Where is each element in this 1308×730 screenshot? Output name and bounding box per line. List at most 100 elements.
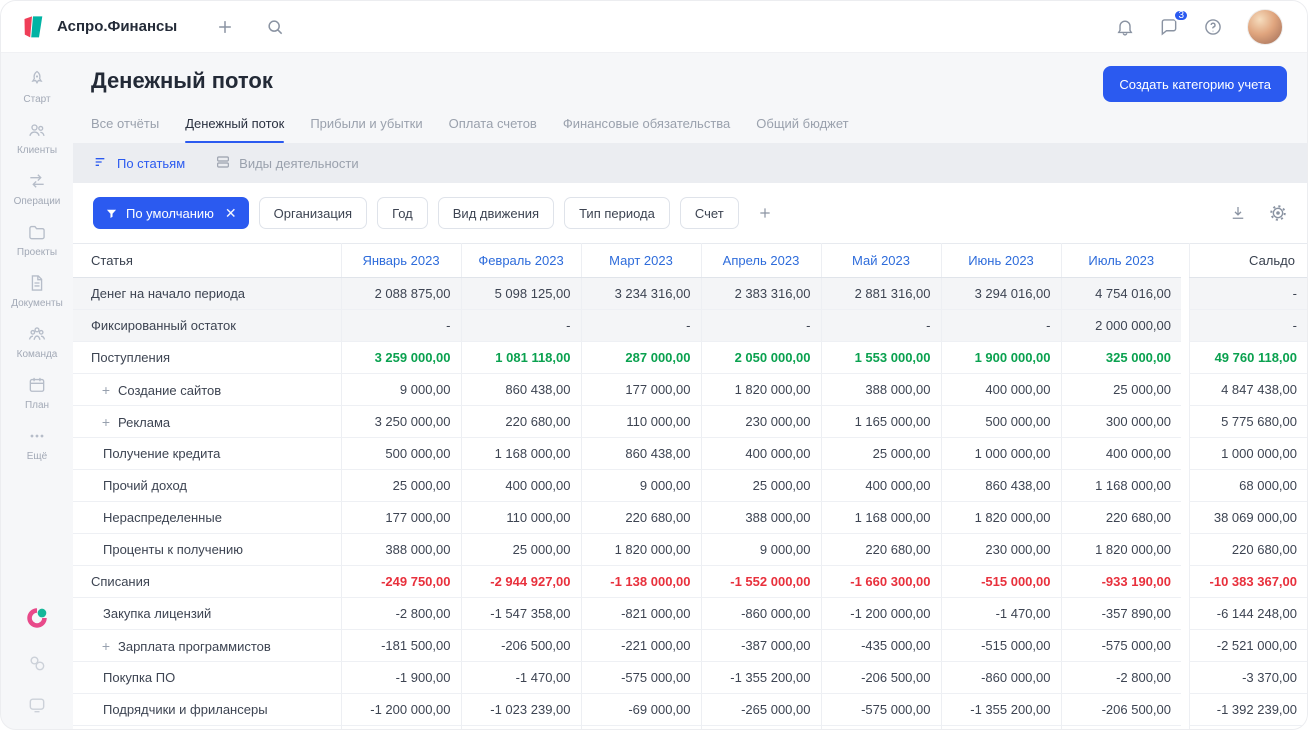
extension-icon[interactable]	[27, 653, 47, 673]
cell-value: -	[700, 309, 821, 342]
cell-value: 3 250 000,00	[340, 405, 461, 438]
folder-icon	[27, 222, 47, 242]
cell-value: 2 000 000,00	[1060, 309, 1181, 342]
cell-value: -860 000,00	[940, 661, 1061, 694]
add-filter-button[interactable]	[751, 199, 779, 227]
sidebar-bottom	[24, 605, 50, 715]
filter-chip-period-type[interactable]: Тип периода	[564, 197, 670, 229]
cell-value: 500 000,00	[940, 405, 1061, 438]
export-button[interactable]	[1229, 204, 1247, 222]
column-header-article: Статья	[73, 243, 341, 278]
search-button[interactable]	[265, 17, 285, 37]
tab-liabilities[interactable]: Финансовые обязательства	[563, 116, 730, 131]
support-icon[interactable]	[27, 695, 47, 715]
row-label-text: Поступления	[91, 350, 171, 365]
operations-icon	[27, 171, 47, 191]
cell-value: 25 000,00	[820, 437, 941, 470]
cell-value: 177 000,00	[580, 373, 701, 406]
subtab-by-articles[interactable]: По статьям	[93, 154, 185, 173]
row-label[interactable]: Фиксированный остаток	[73, 309, 341, 342]
tab-profit-loss[interactable]: Прибыли и убытки	[310, 116, 422, 131]
column-header-month[interactable]: Февраль 2023	[460, 243, 581, 278]
filter-chip-account[interactable]: Счет	[679, 197, 739, 229]
row-label[interactable]: + Реклама	[73, 405, 341, 438]
row-label[interactable]: Проценты к получению	[73, 533, 341, 566]
cashflow-table-wrap: Статья Январь 2023 Февраль 2023 Март 2023 Ап…	[73, 243, 1307, 729]
create-category-button[interactable]: Создать категорию учета	[1103, 66, 1287, 102]
cell-value: -1 470,00	[460, 661, 581, 694]
row-label[interactable]: + Создание сайтов	[73, 373, 341, 406]
column-header-month[interactable]: Июль 2023	[1060, 243, 1181, 278]
cell-value: 220 680,00	[460, 405, 581, 438]
cell-value: 388 000,00	[340, 533, 461, 566]
sidebar-item-team[interactable]: Команда	[11, 324, 63, 360]
row-label[interactable]: Получение кредита	[73, 437, 341, 470]
cell-value: 5 098 125,00	[460, 277, 581, 310]
row-label[interactable]: Списания	[73, 565, 341, 598]
sidebar-item-operations[interactable]: Операции	[11, 171, 63, 207]
expand-icon[interactable]: +	[99, 638, 113, 654]
cell-value: 400 000,00	[1060, 437, 1181, 470]
sidebar-item-start[interactable]: Старт	[11, 69, 63, 105]
table-row: Получение кредита 500 000,00 1 168 000,00 8…	[73, 437, 1307, 470]
quick-add-button[interactable]	[215, 17, 235, 37]
tab-invoice-payment[interactable]: Оплата счетов	[449, 116, 537, 131]
filter-chip-organization[interactable]: Организация	[258, 197, 368, 229]
row-label[interactable]: +Зарплата программистов	[73, 629, 341, 662]
column-header-month[interactable]: Май 2023	[820, 243, 941, 278]
subtab-activity-types[interactable]: Виды деятельности	[215, 154, 359, 173]
tab-budget[interactable]: Общий бюджет	[756, 116, 848, 131]
filter-chip-year[interactable]: Год	[377, 197, 428, 229]
cell-saldo: -2 521 000,00	[1188, 629, 1307, 662]
expand-icon[interactable]: +	[99, 382, 113, 398]
expand-icon[interactable]: +	[99, 414, 113, 430]
subtab-label: По статьям	[117, 155, 186, 171]
column-header-month[interactable]: Март 2023	[580, 243, 701, 278]
sidebar-item-plan[interactable]: План	[11, 375, 63, 411]
sidebar-item-more[interactable]: Ещё	[11, 426, 63, 462]
download-icon	[1232, 207, 1244, 219]
cell-value: 220 680,00	[1060, 501, 1181, 534]
tab-all-reports[interactable]: Все отчёты	[91, 116, 159, 131]
row-label[interactable]: +Зарплата программистов	[73, 725, 341, 729]
cell-value: -1 200 000,00	[820, 725, 941, 729]
topbar-right: 3	[1115, 8, 1283, 45]
sidebar-item-label: Ещё	[26, 451, 48, 462]
active-filter-chip[interactable]: По умолчанию ✕	[93, 197, 249, 229]
row-label[interactable]: Закупка лицензий	[73, 597, 341, 630]
column-header-month[interactable]: Июнь 2023	[940, 243, 1061, 278]
report-content: По умолчанию ✕ Организация Год Вид движени…	[73, 183, 1307, 729]
cell-saldo: 5 775 680,00	[1188, 405, 1307, 438]
row-label[interactable]: Нераспределенные	[73, 501, 341, 534]
row-label[interactable]: Денег на начало периода	[73, 277, 341, 310]
table-row: Прочий доход 25 000,00 400 000,00 9 000,00 2…	[73, 469, 1307, 502]
topbar: Аспро.Финансы 3	[1, 1, 1307, 53]
notifications-button[interactable]	[1115, 17, 1135, 37]
sidebar-item-projects[interactable]: Проекты	[11, 222, 63, 258]
column-header-month[interactable]: Апрель 2023	[700, 243, 821, 278]
filter-chip-movement-type[interactable]: Вид движения	[437, 197, 555, 229]
column-gap	[1181, 597, 1189, 630]
table-row: Фиксированный остаток - - - - - -2 000 000,00-	[73, 309, 1307, 342]
tab-cash-flow[interactable]: Денежный поток	[185, 116, 285, 143]
sidebar-item-documents[interactable]: Документы	[11, 273, 63, 309]
row-label[interactable]: Покупка ПО	[73, 661, 341, 694]
brand-secondary-icon[interactable]	[24, 605, 50, 631]
chat-badge: 3	[1173, 8, 1189, 22]
clear-filter-icon[interactable]: ✕	[225, 206, 237, 220]
sidebar-item-clients[interactable]: Клиенты	[11, 120, 63, 156]
row-label[interactable]: Поступления	[73, 341, 341, 374]
row-label[interactable]: Подрядчики и фрилансеры	[73, 693, 341, 726]
column-gap	[1181, 277, 1189, 310]
column-header-month[interactable]: Январь 2023	[340, 243, 461, 278]
cell-value: 860 438,00	[460, 373, 581, 406]
settings-button[interactable]	[1269, 204, 1287, 222]
avatar[interactable]	[1247, 8, 1283, 45]
cell-saldo: 49 760 118,00	[1188, 341, 1307, 374]
column-gap	[1181, 309, 1189, 342]
help-button[interactable]	[1203, 17, 1223, 37]
row-label[interactable]: Прочий доход	[73, 469, 341, 502]
cell-value: 25 000,00	[340, 469, 461, 502]
brand[interactable]: Аспро.Финансы	[21, 14, 177, 40]
cell-value: -2 900,00	[340, 725, 461, 729]
